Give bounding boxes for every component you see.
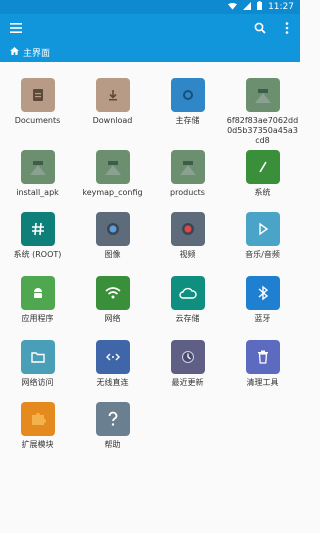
item-label: 云存储 xyxy=(175,314,200,323)
breadcrumb-label: 主界面 xyxy=(23,48,51,59)
grid-item-download[interactable]: Download xyxy=(75,78,150,126)
search-icon[interactable] xyxy=(250,19,270,37)
item-label: 帮助 xyxy=(104,440,121,449)
grid-item-main-storage[interactable]: 主存储 xyxy=(150,78,225,126)
clock-icon xyxy=(170,340,205,374)
item-label: install_apk xyxy=(16,188,59,197)
folder-image-icon xyxy=(170,150,205,184)
android-icon xyxy=(20,276,55,310)
folder-image-icon xyxy=(95,150,130,184)
item-label: 主存储 xyxy=(175,116,200,125)
status-icons: 11:27 xyxy=(228,1,294,13)
item-label: 扩展模块 xyxy=(21,440,54,449)
wifi-icon xyxy=(95,276,130,310)
grid-item-cloud[interactable]: 云存储 xyxy=(150,276,225,324)
grid-item-system[interactable]: 系统 xyxy=(225,150,300,198)
breadcrumb[interactable]: 主界面 xyxy=(0,42,300,62)
item-label: 无线直连 xyxy=(96,378,129,387)
item-label: 最近更新 xyxy=(171,378,204,387)
grid-item-documents[interactable]: Documents xyxy=(0,78,75,126)
cloud-icon xyxy=(170,276,205,310)
status-bar: 11:27 xyxy=(0,0,300,14)
status-time: 11:27 xyxy=(268,2,294,12)
bluetooth-icon xyxy=(245,276,280,310)
grid-item-install-apk[interactable]: install_apk xyxy=(0,150,75,198)
help-icon xyxy=(95,402,130,436)
grid-item-bluetooth[interactable]: 蓝牙 xyxy=(225,276,300,324)
grid-item-recent[interactable]: 最近更新 xyxy=(150,340,225,388)
play-icon xyxy=(245,212,280,246)
folder-image-icon xyxy=(20,150,55,184)
item-label: 音乐/音频 xyxy=(245,250,280,259)
item-label: Download xyxy=(92,116,133,125)
grid-item-wireless-direct[interactable]: 无线直连 xyxy=(75,340,150,388)
grid-item-video[interactable]: 视频 xyxy=(150,212,225,260)
item-label: Documents xyxy=(14,116,61,125)
storage-icon xyxy=(170,78,205,112)
item-label: 图像 xyxy=(104,250,121,259)
folder-download-icon xyxy=(95,78,130,112)
grid-item-help[interactable]: 帮助 xyxy=(75,402,150,450)
hash-icon xyxy=(20,212,55,246)
record-icon xyxy=(170,212,205,246)
battery-icon xyxy=(257,1,263,13)
folder-network-icon xyxy=(20,340,55,374)
puzzle-icon xyxy=(20,402,55,436)
item-label: 清理工具 xyxy=(246,378,279,387)
grid-item-extensions[interactable]: 扩展模块 xyxy=(0,402,75,450)
item-label: keymap_config xyxy=(82,188,143,197)
item-label: 网络访问 xyxy=(21,378,54,387)
grid-item-system-root[interactable]: 系统 (ROOT) xyxy=(0,212,75,260)
folder-doc-icon xyxy=(20,78,55,112)
app-bar xyxy=(0,14,300,42)
grid-item-network[interactable]: 网络 xyxy=(75,276,150,324)
grid-item-cleaner[interactable]: 清理工具 xyxy=(225,340,300,388)
system-icon xyxy=(245,150,280,184)
item-label: products xyxy=(170,188,205,197)
camera-icon xyxy=(95,212,130,246)
folder-image-icon xyxy=(245,78,280,112)
more-vert-icon[interactable] xyxy=(277,19,297,37)
item-label: 蓝牙 xyxy=(254,314,271,323)
wireless-transfer-icon xyxy=(95,340,130,374)
grid-item-keymap-config[interactable]: keymap_config xyxy=(75,150,150,198)
grid-item-music[interactable]: 音乐/音频 xyxy=(225,212,300,260)
item-label: 网络 xyxy=(104,314,121,323)
menu-icon[interactable] xyxy=(6,19,26,37)
grid-item-images[interactable]: 图像 xyxy=(75,212,150,260)
item-label: 系统 (ROOT) xyxy=(13,250,62,259)
trash-icon xyxy=(245,340,280,374)
item-label: 应用程序 xyxy=(21,314,54,323)
grid-item-products[interactable]: products xyxy=(150,150,225,198)
grid-item-hash-folder[interactable]: 6f82f83ae7062dd0d5b37350a45a3cd8 xyxy=(225,78,300,146)
item-label: 视频 xyxy=(179,250,196,259)
signal-icon xyxy=(243,1,252,13)
home-icon xyxy=(10,46,19,58)
item-label: 6f82f83ae7062dd0d5b37350a45a3cd8 xyxy=(226,116,299,145)
item-label: 系统 xyxy=(254,188,271,197)
grid-item-network-access[interactable]: 网络访问 xyxy=(0,340,75,388)
grid-item-apps[interactable]: 应用程序 xyxy=(0,276,75,324)
wifi-status-icon xyxy=(228,2,238,13)
